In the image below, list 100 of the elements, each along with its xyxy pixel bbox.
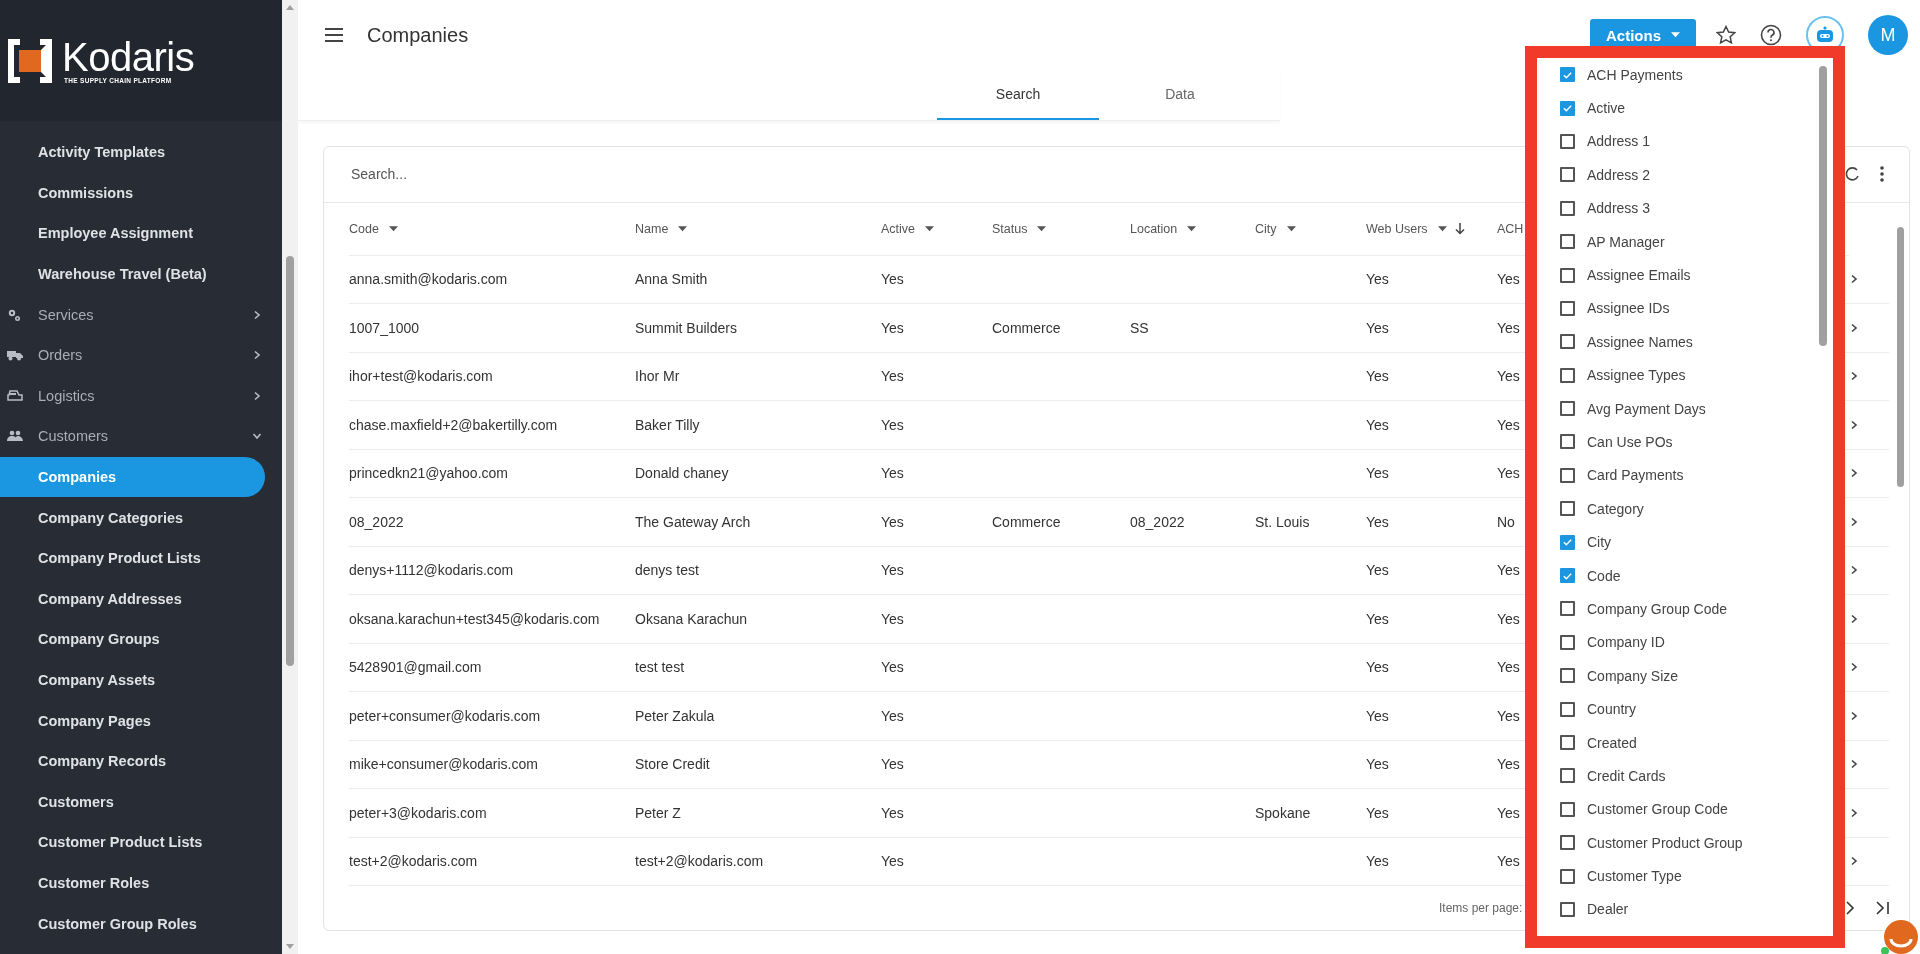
sidebar-item[interactable]: Company Addresses [0,578,265,620]
column-option[interactable]: Address 3 [1560,191,1833,225]
column-header[interactable]: Web Users [1366,202,1497,256]
sidebar-section[interactable]: Services [0,294,282,335]
tab[interactable]: Search [937,70,1099,120]
sidebar-item[interactable]: Warehouse Travel (Beta) [0,253,265,295]
table-cell: oksana.karachun+test345@kodaris.com [349,610,600,627]
sidebar-item[interactable]: Company Product Lists [0,537,265,579]
column-option[interactable]: Category [1560,492,1833,526]
column-option[interactable]: Can Use POs [1560,425,1833,459]
option-label: Customer Product Group [1587,834,1743,851]
column-header[interactable]: Status [992,202,1130,256]
table-cell: Yes [881,271,904,288]
sidebar-item[interactable]: Company Records [0,740,265,782]
table-cell: Peter Zakula [635,707,715,724]
table-cell: Anna Smith [635,271,708,288]
column-option[interactable]: Assignee Emails [1560,258,1833,292]
table-cell: Yes [881,804,904,821]
table-cell: 5428901@gmail.com [349,659,482,676]
column-header[interactable]: Code [349,202,635,256]
table-cell: peter+consumer@kodaris.com [349,707,541,724]
sidebar-section[interactable]: Orders [0,334,282,376]
sidebar-item[interactable]: Company Categories [0,497,265,538]
column-header[interactable]: City [1255,202,1366,256]
option-label: Address 2 [1587,166,1651,183]
column-option[interactable]: Avg Payment Days [1560,391,1833,426]
column-option[interactable]: Country [1560,692,1833,726]
column-option[interactable]: ACH Payments [1560,58,1833,92]
column-option[interactable]: Company ID [1560,625,1833,660]
table-cell: Yes [1366,659,1389,676]
table-cell: Yes [1497,707,1520,724]
column-option[interactable]: Customer Product Group [1560,826,1833,860]
option-label: ACH Payments [1587,66,1683,83]
sidebar-item[interactable]: Company Groups [0,619,265,660]
sidebar-item[interactable]: Employee Assignment [0,213,265,254]
option-label: Customer Type [1587,868,1682,885]
table-cell: Yes [1366,707,1389,724]
sidebar-item[interactable]: Company Pages [0,700,265,741]
table-cell: Yes [881,416,904,433]
option-label: Country [1587,701,1637,718]
column-option[interactable]: Customer Group Code [1560,792,1833,826]
sidebar-section[interactable]: Customers [0,416,282,457]
table-cell: Yes [881,659,904,676]
table-cell: Commerce [992,319,1061,336]
table-cell: mike+consumer@kodaris.com [349,756,538,773]
sidebar-section[interactable]: Logistics [0,375,282,417]
table-cell: ihor+test@kodaris.com [349,368,493,385]
table-cell: test test [635,659,685,676]
sidebar-item[interactable]: Customer Product Lists [0,822,265,863]
column-option[interactable]: Code [1560,558,1833,593]
option-label: Assignee Types [1587,367,1686,384]
table-cell: Store Credit [635,756,710,773]
column-option[interactable]: Assignee Names [1560,325,1833,359]
option-label: Address 3 [1587,200,1651,217]
table-cell: Yes [1497,756,1520,773]
sidebar-item[interactable]: Customers [0,781,265,823]
option-label: Card Payments [1587,467,1684,484]
table-cell: Yes [1366,853,1389,870]
column-option[interactable]: Dealer [1560,892,1833,927]
table-cell: peter+3@kodaris.com [349,804,487,821]
section-label: Customers [38,428,110,445]
column-option[interactable]: Company Size [1560,659,1833,693]
column-option[interactable]: Card Payments [1560,458,1833,493]
column-option[interactable]: Created [1560,725,1833,760]
table-cell: No [1497,513,1515,530]
logo-text: Kodaris [62,37,195,77]
sidebar-item[interactable]: Company Assets [0,659,265,701]
column-option[interactable]: Company Group Code [1560,592,1833,626]
column-option[interactable]: Credit Cards [1560,759,1833,793]
table-cell: Yes [1366,416,1389,433]
column-option[interactable]: Assignee Types [1560,358,1833,392]
sidebar-item[interactable]: Commissions [0,172,265,214]
sidebar-item[interactable]: Customer Group Roles [0,903,265,944]
column-option[interactable]: Customer Type [1560,859,1833,893]
option-label: Avg Payment Days [1587,400,1706,417]
table-cell: Yes [1366,368,1389,385]
table-cell: Yes [1366,513,1389,530]
table-cell: 1007_1000 [349,319,420,336]
column-option[interactable]: City [1560,525,1833,559]
column-option[interactable]: Assignee IDs [1560,291,1833,326]
column-header[interactable]: Active [881,202,992,256]
table-cell: princedkn21@yahoo.com [349,465,508,482]
table-cell: Donald chaney [635,465,729,482]
table-cell: Ihor Mr [635,368,680,385]
column-option[interactable]: AP Manager [1560,224,1833,259]
option-label: Category [1587,500,1644,517]
column-header[interactable]: Location [1130,202,1255,256]
sidebar-item[interactable]: Customer Roles [0,862,265,904]
tab[interactable]: Data [1099,70,1261,120]
option-label: Assignee Names [1587,333,1693,350]
section-label: Services [38,306,95,323]
table-cell: St. Louis [1255,513,1310,530]
column-option[interactable]: Address 1 [1560,124,1833,159]
section-label: Logistics [38,387,96,404]
table-cell: denys test [635,562,699,579]
table-cell: Yes [881,368,904,385]
table-cell: Spokane [1255,804,1311,821]
column-option[interactable]: Active [1560,91,1833,125]
column-header[interactable]: Name [635,202,881,256]
sidebar-item[interactable]: Activity Templates [0,132,265,173]
